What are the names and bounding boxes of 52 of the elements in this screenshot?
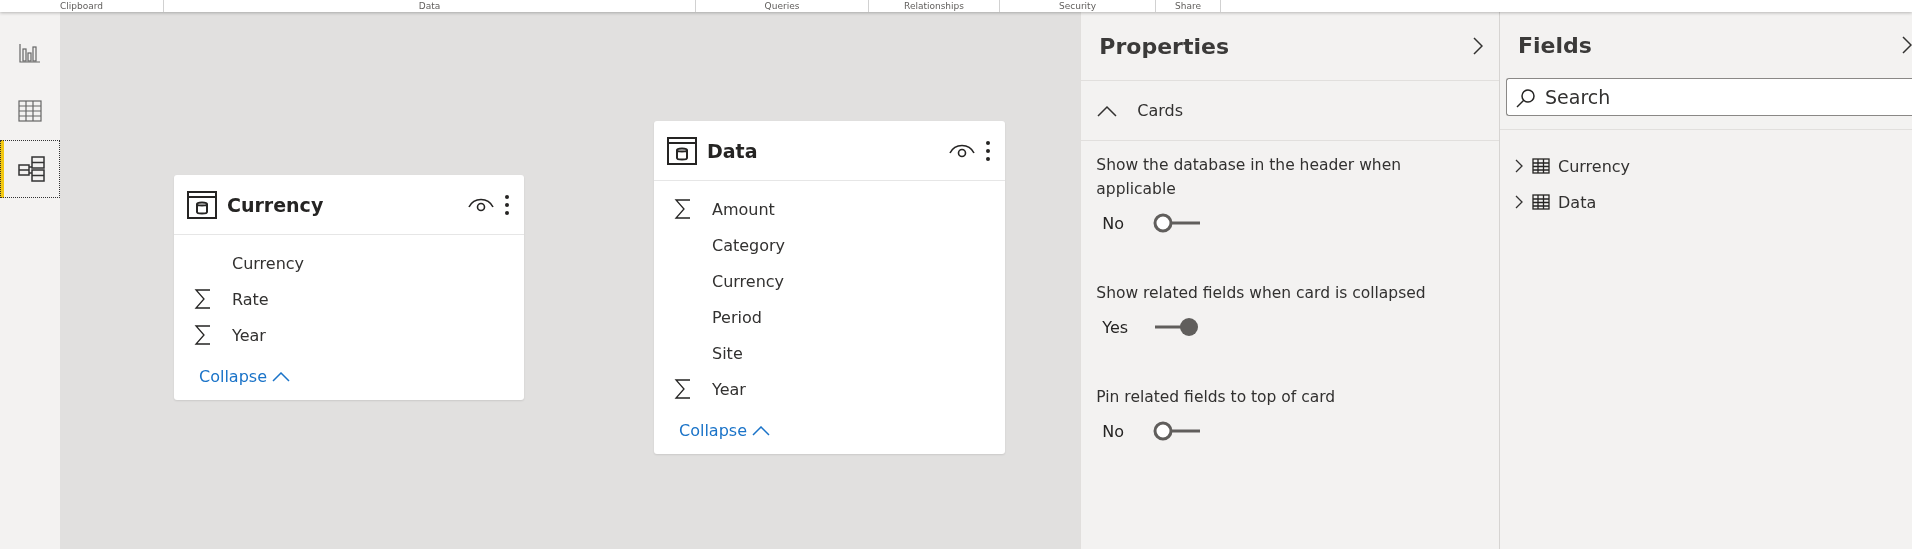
table-icon (667, 136, 697, 165)
toggle-switch[interactable] (1152, 419, 1203, 443)
collapse-link[interactable]: Collapse (199, 367, 290, 386)
card-title: Currency (227, 193, 325, 216)
collapse-link[interactable]: Collapse (679, 421, 770, 440)
eye-icon[interactable] (949, 142, 975, 159)
sigma-icon (674, 199, 692, 219)
setting-label: Show the database in the header when applicable (1096, 155, 1402, 200)
section-header[interactable]: Cards (1081, 81, 1499, 141)
setting-label: Pin related fields to top of card (1096, 387, 1337, 408)
caret-up-icon (1097, 104, 1118, 117)
chevron-right-icon[interactable] (1902, 36, 1912, 54)
table-card[interactable]: Currency Currency Rate Year Collapse (174, 175, 524, 400)
table-icon (18, 100, 42, 122)
table-icon (187, 190, 217, 219)
card-title: Data (707, 139, 759, 162)
field-name: Currency (232, 253, 305, 273)
pane-title: Fields (1518, 32, 1592, 58)
table-tree-item[interactable]: Currency (1500, 148, 1912, 184)
sigma-icon (194, 325, 212, 345)
toggle-switch[interactable] (1152, 211, 1203, 235)
table-icon (1532, 194, 1550, 210)
field-name: Category (712, 235, 786, 255)
caret-up-icon (752, 425, 770, 436)
table-icon (1532, 158, 1550, 174)
pane-title: Properties (1099, 33, 1229, 59)
field-name: Year (232, 325, 266, 345)
ribbon-group-label: Share (1156, 0, 1221, 12)
bar-chart-icon (19, 43, 41, 63)
sigma-icon (674, 379, 692, 399)
table-tree-item[interactable]: Data (1500, 184, 1912, 220)
caret-up-icon (272, 371, 290, 382)
field-name: Amount (712, 199, 775, 219)
eye-icon[interactable] (468, 196, 494, 213)
field-name: Year (712, 379, 746, 399)
chevron-right-icon (1514, 158, 1524, 174)
field-name: Period (712, 307, 762, 327)
more-options-icon[interactable] (985, 139, 991, 162)
field-name: Rate (232, 289, 269, 309)
setting-label: Show related fields when card is collapsed (1096, 283, 1427, 304)
search-field[interactable]: Search (1506, 78, 1912, 116)
more-options-icon[interactable] (504, 193, 510, 216)
field-name: Site (712, 343, 743, 363)
field-name: Currency (712, 271, 785, 291)
sigma-icon (194, 289, 212, 309)
toggle-value: Yes (1102, 317, 1130, 337)
model-icon (18, 155, 46, 183)
toggle-value: No (1102, 213, 1126, 233)
chevron-right-icon (1514, 194, 1524, 210)
table-card[interactable]: Data Amount Category Currency Period Site Year Collapse (654, 121, 1005, 454)
toggle-value: No (1102, 421, 1126, 441)
chevron-right-icon[interactable] (1473, 37, 1483, 55)
